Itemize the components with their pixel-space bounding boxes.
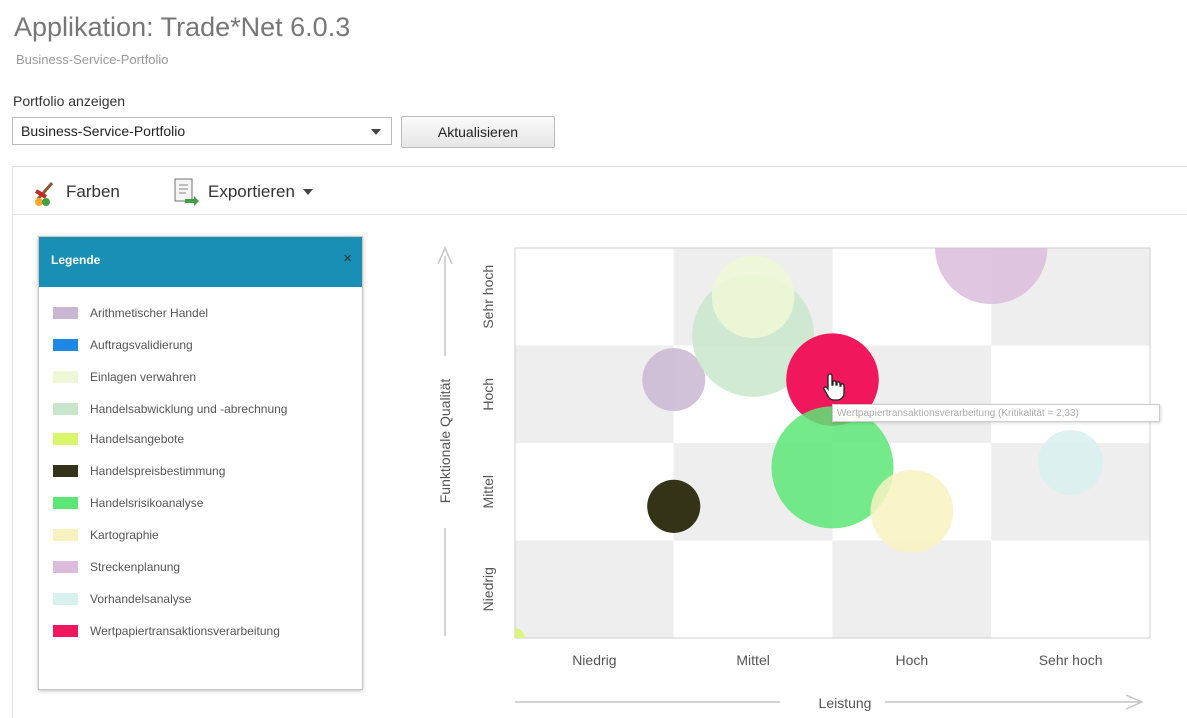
legend-item[interactable]: Wertpapiertransaktionsverarbeitung bbox=[53, 621, 353, 641]
close-icon[interactable]: × bbox=[343, 250, 352, 267]
export-document-icon bbox=[174, 178, 199, 206]
legend-item[interactable]: Auftragsvalidierung bbox=[53, 335, 353, 355]
x-tick-label: Niedrig bbox=[572, 652, 616, 668]
legend-swatch bbox=[53, 465, 78, 477]
grid-cell bbox=[515, 248, 674, 346]
legend-item[interactable]: Streckenplanung bbox=[53, 557, 353, 577]
legend-swatch bbox=[53, 593, 78, 605]
legend-item-label: Vorhandelsanalyse bbox=[90, 592, 192, 606]
bubble[interactable] bbox=[647, 479, 701, 533]
refresh-button[interactable]: Aktualisieren bbox=[401, 116, 555, 148]
export-label: Exportieren bbox=[208, 182, 295, 201]
legend-item-label: Streckenplanung bbox=[90, 560, 181, 574]
grid-cell bbox=[515, 540, 674, 638]
portfolio-select-value: Business-Service-Portfolio bbox=[21, 123, 186, 139]
grid-cell bbox=[832, 540, 992, 638]
legend-item-label: Handelsrisikoanalyse bbox=[90, 496, 204, 510]
legend-swatch bbox=[53, 403, 78, 415]
page-subtitle: Business-Service-Portfolio bbox=[16, 52, 169, 67]
bubble[interactable] bbox=[1038, 430, 1104, 495]
bubble[interactable] bbox=[711, 255, 795, 339]
legend-item-label: Einlagen verwahren bbox=[90, 370, 197, 384]
grid-cell bbox=[673, 540, 833, 638]
y-tick-label: Mittel bbox=[480, 475, 496, 508]
legend-swatch bbox=[53, 307, 78, 319]
portfolio-select[interactable]: Business-Service-Portfolio bbox=[12, 117, 392, 145]
colors-label: Farben bbox=[66, 182, 120, 201]
bubble[interactable] bbox=[642, 348, 706, 412]
hand-cursor-icon bbox=[823, 373, 845, 401]
legend-item-label: Handelspreisbestimmung bbox=[90, 464, 226, 478]
x-axis-title: Leistung bbox=[819, 695, 872, 711]
x-tick-label: Hoch bbox=[896, 652, 929, 668]
legend-item[interactable]: Handelspreisbestimmung bbox=[53, 461, 353, 481]
x-tick-label: Sehr hoch bbox=[1039, 652, 1103, 668]
y-axis-title: Funktionale Qualität bbox=[437, 379, 453, 504]
chevron-down-icon bbox=[302, 189, 313, 195]
chevron-down-icon bbox=[371, 129, 381, 135]
grid-cell bbox=[515, 443, 674, 541]
legend-item[interactable]: Handelsrisikoanalyse bbox=[53, 493, 353, 513]
divider bbox=[12, 214, 1187, 215]
legend-item[interactable]: Einlagen verwahren bbox=[53, 367, 353, 387]
paint-brush-icon bbox=[34, 182, 54, 206]
bubble[interactable] bbox=[870, 469, 954, 553]
y-tick-label: Hoch bbox=[480, 378, 496, 411]
legend-title: Legende bbox=[51, 253, 101, 267]
portfolio-label: Portfolio anzeigen bbox=[13, 93, 126, 109]
divider bbox=[12, 166, 13, 718]
legend-item-label: Wertpapiertransaktionsverarbeitung bbox=[90, 624, 280, 638]
legend-swatch bbox=[53, 339, 78, 351]
colors-button[interactable]: Farben bbox=[30, 176, 120, 208]
legend-header: Legende × bbox=[39, 237, 362, 287]
legend-item-label: Kartographie bbox=[90, 528, 159, 542]
legend-item[interactable]: Arithmetischer Handel bbox=[53, 303, 353, 323]
legend-list: Arithmetischer Handel Auftragsvalidierung… bbox=[53, 303, 353, 653]
legend-item[interactable]: Handelsangebote bbox=[53, 429, 353, 449]
legend-swatch bbox=[53, 561, 78, 573]
chart-tooltip: Wertpapiertransaktionsverarbeitung (Krit… bbox=[832, 404, 1160, 422]
y-tick-label: Niedrig bbox=[480, 567, 496, 611]
grid-cell bbox=[991, 345, 1150, 443]
page-title: Applikation: Trade*Net 6.0.3 bbox=[14, 12, 351, 42]
legend-swatch bbox=[53, 497, 78, 509]
legend-item-label: Handelsabwicklung und -abrechnung bbox=[90, 402, 288, 416]
legend-item-label: Handelsangebote bbox=[90, 432, 185, 446]
legend-swatch bbox=[53, 529, 78, 541]
y-tick-label: Sehr hoch bbox=[480, 265, 496, 329]
x-tick-label: Mittel bbox=[736, 652, 769, 668]
grid-cell bbox=[991, 540, 1150, 638]
legend-panel: Legende × Arithmetischer Handel Auftragsv… bbox=[38, 236, 363, 690]
export-button[interactable]: Exportieren bbox=[172, 176, 313, 208]
legend-swatch bbox=[53, 625, 78, 637]
legend-item[interactable]: Kartographie bbox=[53, 525, 353, 545]
legend-swatch bbox=[53, 433, 78, 445]
bubble-chart: Niedrig Mittel Hoch Sehr hoch Niedrig Mittel H… bbox=[437, 246, 1151, 711]
legend-item[interactable]: Vorhandelsanalyse bbox=[53, 589, 353, 609]
legend-item[interactable]: Handelsabwicklung und -abrechnung bbox=[53, 399, 353, 419]
divider bbox=[12, 166, 1187, 167]
legend-item-label: Auftragsvalidierung bbox=[90, 338, 193, 352]
legend-swatch bbox=[53, 371, 78, 383]
legend-item-label: Arithmetischer Handel bbox=[90, 306, 209, 320]
bubble[interactable] bbox=[505, 628, 525, 648]
